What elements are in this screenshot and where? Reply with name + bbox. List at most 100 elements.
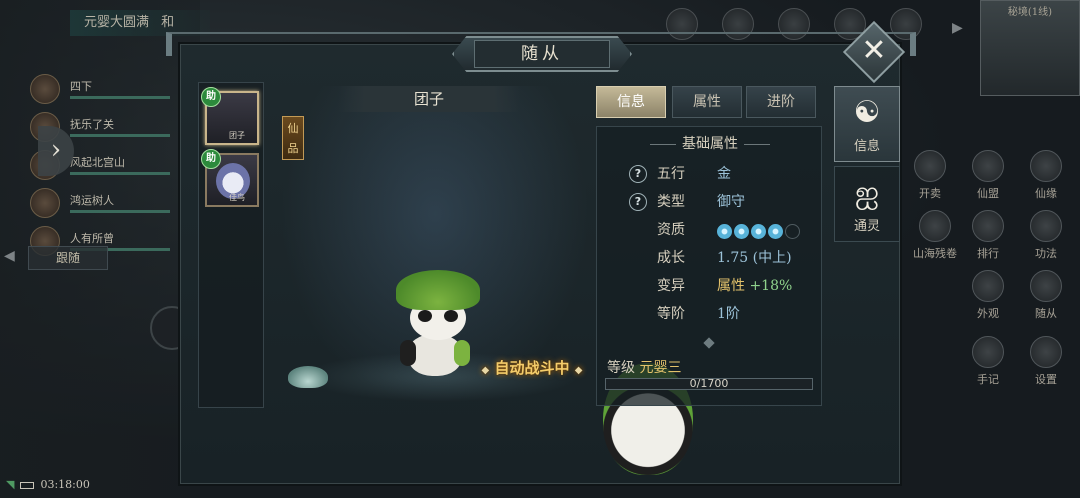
exp-text: 0/1700 [689, 377, 729, 390]
side-tab-spirit[interactable]: ஐ 通灵 [834, 166, 900, 242]
hp-bar [70, 172, 170, 175]
pet-slot[interactable]: 助 佳鸟 [201, 149, 259, 207]
pet-tag: 团子 [229, 131, 245, 140]
panda-eye [444, 310, 458, 322]
diamond-icon: ◆ [481, 365, 490, 376]
grid-item[interactable]: 设置 [1021, 336, 1071, 387]
grid-item[interactable]: 随从 [1021, 270, 1071, 321]
tab-advance[interactable]: 进阶 [746, 86, 816, 118]
grid-label: 功法 [1035, 247, 1057, 260]
mutation-type: 属性 [717, 278, 745, 294]
level-label: 等级 [607, 360, 635, 376]
chevron-right-icon[interactable]: ▶ [952, 20, 963, 36]
quality-orb-filled-icon [717, 224, 732, 239]
chevron-right-icon: › [50, 135, 62, 165]
spirit-icon: ஐ [854, 175, 880, 210]
grid-label: 山海残卷 [913, 247, 957, 260]
grid-item[interactable]: 开卖 [905, 150, 955, 201]
feature-icon [1030, 270, 1062, 302]
panda-arm [400, 340, 416, 366]
team-member[interactable]: 四下 [30, 74, 170, 112]
leaf-hat [396, 270, 480, 310]
minimap[interactable]: 秘境(1线) [980, 0, 1080, 96]
level-line: 等级 元婴三 [607, 357, 681, 377]
team-member-name: 鸿运树人 [70, 194, 114, 207]
attr-row-mutation: 变异 属性 +18% [597, 273, 823, 299]
hp-bar [70, 134, 170, 137]
auto-battle-indicator: ◆ 自动战斗中 ◆ [462, 356, 602, 380]
tab-bar: 信息 属性 进阶 [596, 86, 818, 120]
quality-orb-filled-icon [751, 224, 766, 239]
chevron-left-icon[interactable]: ◀ [4, 248, 15, 264]
attr-value: 金 [717, 166, 731, 182]
team-member[interactable]: 鸿运树人 [30, 188, 170, 226]
diamond-icon: ◆ [574, 365, 583, 376]
feature-icon [919, 210, 951, 242]
status-bar: ◥ 03:18:00 [6, 478, 90, 491]
attr-row-element: ? 五行 金 [597, 161, 823, 187]
pet-list: 助 团子 助 佳鸟 [198, 82, 693, 475]
feature-icon [972, 270, 1004, 302]
attr-label: 类型 [657, 194, 685, 210]
team-member-name: 抚乐了关 [70, 118, 114, 131]
map-title: 秘境(1线) [1007, 7, 1053, 18]
quality-orb-filled-icon [768, 224, 783, 239]
attr-row-type: ? 类型 御守 [597, 189, 823, 215]
close-icon[interactable]: ✕ [852, 30, 896, 74]
feature-icon [1030, 150, 1062, 182]
lotus-icon [288, 366, 328, 388]
assist-badge: 助 [201, 149, 221, 169]
avatar [30, 74, 60, 104]
grid-item[interactable]: 功法 [1021, 210, 1071, 261]
function-grid: 开卖 仙盟 仙缘 山海残卷 排行 功法 外观 随从 手记 设置 [905, 150, 1080, 440]
team-member-name: 四下 [70, 80, 92, 93]
attr-value: 1.75 (中上) [717, 250, 792, 266]
attr-row-quality: 资质 [597, 217, 823, 243]
attr-label: 成长 [657, 250, 685, 266]
grid-item[interactable]: 外观 [963, 270, 1013, 321]
help-icon[interactable]: ? [629, 165, 647, 183]
team-member-name: 人有所曾 [70, 232, 114, 245]
feature-icon [1030, 336, 1062, 368]
grid-item[interactable]: 排行 [963, 210, 1013, 261]
divider [703, 337, 715, 349]
feature-icon [1030, 210, 1062, 242]
side-tab-label: 通灵 [853, 219, 880, 234]
side-tab-label: 信息 [853, 139, 880, 154]
section-title: 基础属性 [597, 133, 823, 153]
tab-info[interactable]: 信息 [596, 86, 666, 118]
avatar [30, 188, 60, 218]
feature-icon [972, 210, 1004, 242]
attr-label: 资质 [657, 222, 685, 238]
grid-label: 排行 [977, 247, 999, 260]
level-value: 元婴三 [639, 360, 682, 376]
wifi-icon: ◥ [6, 478, 15, 491]
feature-icon [972, 150, 1004, 182]
battery-icon [20, 481, 35, 489]
attr-value: 1阶 [717, 306, 740, 322]
grid-item[interactable]: 手记 [963, 336, 1013, 387]
help-icon[interactable]: ? [629, 193, 647, 211]
grid-item[interactable]: 仙缘 [1021, 150, 1071, 201]
hp-bar [70, 210, 170, 213]
grid-item[interactable]: 山海残卷 [905, 210, 965, 261]
attr-row-rank: 等阶 1阶 [597, 301, 823, 327]
quality-orb-empty-icon [785, 224, 800, 239]
attr-value: 属性 +18% [717, 273, 792, 299]
info-icon: ☯ [853, 95, 881, 130]
mutation-bonus: +18% [749, 278, 793, 294]
side-tab-info[interactable]: ☯ 信息 [834, 86, 900, 162]
feature-icon [972, 336, 1004, 368]
attr-row-growth: 成长 1.75 (中上) [597, 245, 823, 271]
player-tag: 和 [161, 15, 175, 30]
clock-time: 03:18:00 [40, 478, 90, 491]
grid-item[interactable]: 仙盟 [963, 150, 1013, 201]
attr-label: 等阶 [657, 306, 685, 322]
grid-label: 开卖 [919, 187, 941, 200]
assist-badge: 助 [201, 87, 221, 107]
pet-tag: 佳鸟 [229, 193, 245, 202]
follow-button[interactable]: 跟随 [28, 246, 108, 270]
pet-slot[interactable]: 助 团子 [201, 87, 693, 475]
tab-attributes[interactable]: 属性 [672, 86, 742, 118]
panda-eye [418, 310, 432, 322]
